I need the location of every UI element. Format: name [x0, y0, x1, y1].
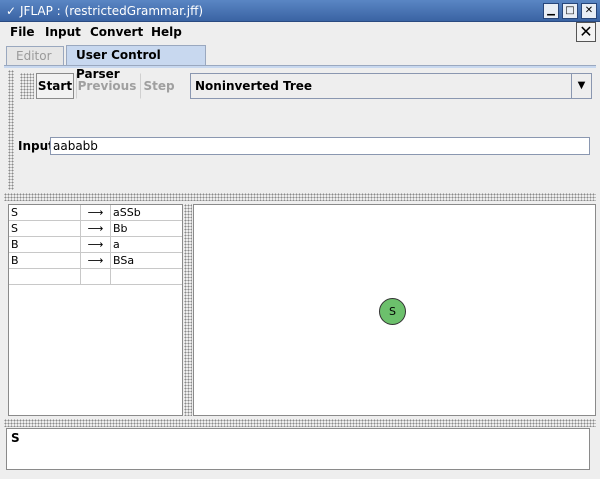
system-menu-icon[interactable]: ✓ — [3, 3, 19, 19]
start-button[interactable]: Start — [36, 73, 74, 99]
derivation-panel: S — [6, 428, 590, 470]
window-title: JFLAP : (restrictedGrammar.jff) — [20, 4, 204, 18]
arrow-icon: ⟶ — [81, 253, 111, 268]
rhs-cell[interactable]: BSa — [111, 253, 182, 268]
close-tab-button[interactable]: ✕ — [576, 22, 596, 42]
arrow-icon: ⟶ — [81, 237, 111, 252]
table-row[interactable]: B ⟶ a — [9, 237, 182, 253]
title-bar: ✓ JFLAP : (restrictedGrammar.jff) ▁ □ ✕ — [0, 0, 600, 22]
lhs-cell[interactable]: S — [9, 221, 81, 236]
table-row[interactable]: S ⟶ aSSb — [9, 205, 182, 221]
view-select[interactable]: Noninverted Tree ▼ — [190, 73, 592, 99]
tab-editor[interactable]: Editor — [6, 46, 64, 66]
input-label: Input — [18, 139, 54, 153]
previous-button[interactable]: Previous — [76, 73, 138, 99]
vertical-splitter[interactable] — [184, 204, 192, 416]
toolbar-grip[interactable] — [20, 73, 34, 99]
view-select-value: Noninverted Tree — [195, 79, 313, 93]
step-button[interactable]: Step — [140, 73, 178, 99]
menu-input[interactable]: Input — [45, 25, 81, 40]
lhs-cell[interactable]: B — [9, 253, 81, 268]
chevron-down-icon[interactable]: ▼ — [571, 74, 591, 98]
lhs-cell[interactable] — [9, 269, 81, 284]
arrow-icon: ⟶ — [81, 221, 111, 236]
arrow-cell — [81, 269, 111, 284]
input-field[interactable]: aababb — [50, 137, 590, 155]
lhs-cell[interactable]: S — [9, 205, 81, 220]
window-close-button[interactable]: ✕ — [581, 3, 597, 19]
menu-help[interactable]: Help — [151, 25, 182, 40]
horizontal-splitter[interactable] — [4, 193, 596, 201]
minimize-button[interactable]: ▁ — [543, 3, 559, 19]
tab-user-control-parser[interactable]: User Control Parser — [66, 45, 206, 81]
table-row[interactable]: B ⟶ BSa — [9, 253, 182, 269]
tree-node-root[interactable]: S — [379, 298, 406, 325]
table-row[interactable] — [9, 269, 182, 285]
maximize-button[interactable]: □ — [562, 3, 578, 19]
menu-file[interactable]: File — [10, 25, 35, 40]
rhs-cell[interactable]: a — [111, 237, 182, 252]
rhs-cell[interactable]: Bb — [111, 221, 182, 236]
horizontal-splitter[interactable] — [4, 419, 596, 427]
derivation-text: S — [11, 431, 20, 445]
rhs-cell[interactable]: aSSb — [111, 205, 182, 220]
lhs-cell[interactable]: B — [9, 237, 81, 252]
table-row[interactable]: S ⟶ Bb — [9, 221, 182, 237]
parser-toolbar: Start Previous Step Noninverted Tree ▼ — [12, 70, 596, 192]
rhs-cell[interactable] — [111, 269, 182, 284]
arrow-icon: ⟶ — [81, 205, 111, 220]
parse-tree-canvas[interactable]: S — [193, 204, 596, 416]
grammar-table: S ⟶ aSSb S ⟶ Bb B ⟶ a B ⟶ BSa — [8, 204, 183, 416]
menu-convert[interactable]: Convert — [90, 25, 143, 40]
tab-panel-border — [4, 65, 596, 68]
menu-bar: File Input Convert Help — [0, 22, 600, 43]
